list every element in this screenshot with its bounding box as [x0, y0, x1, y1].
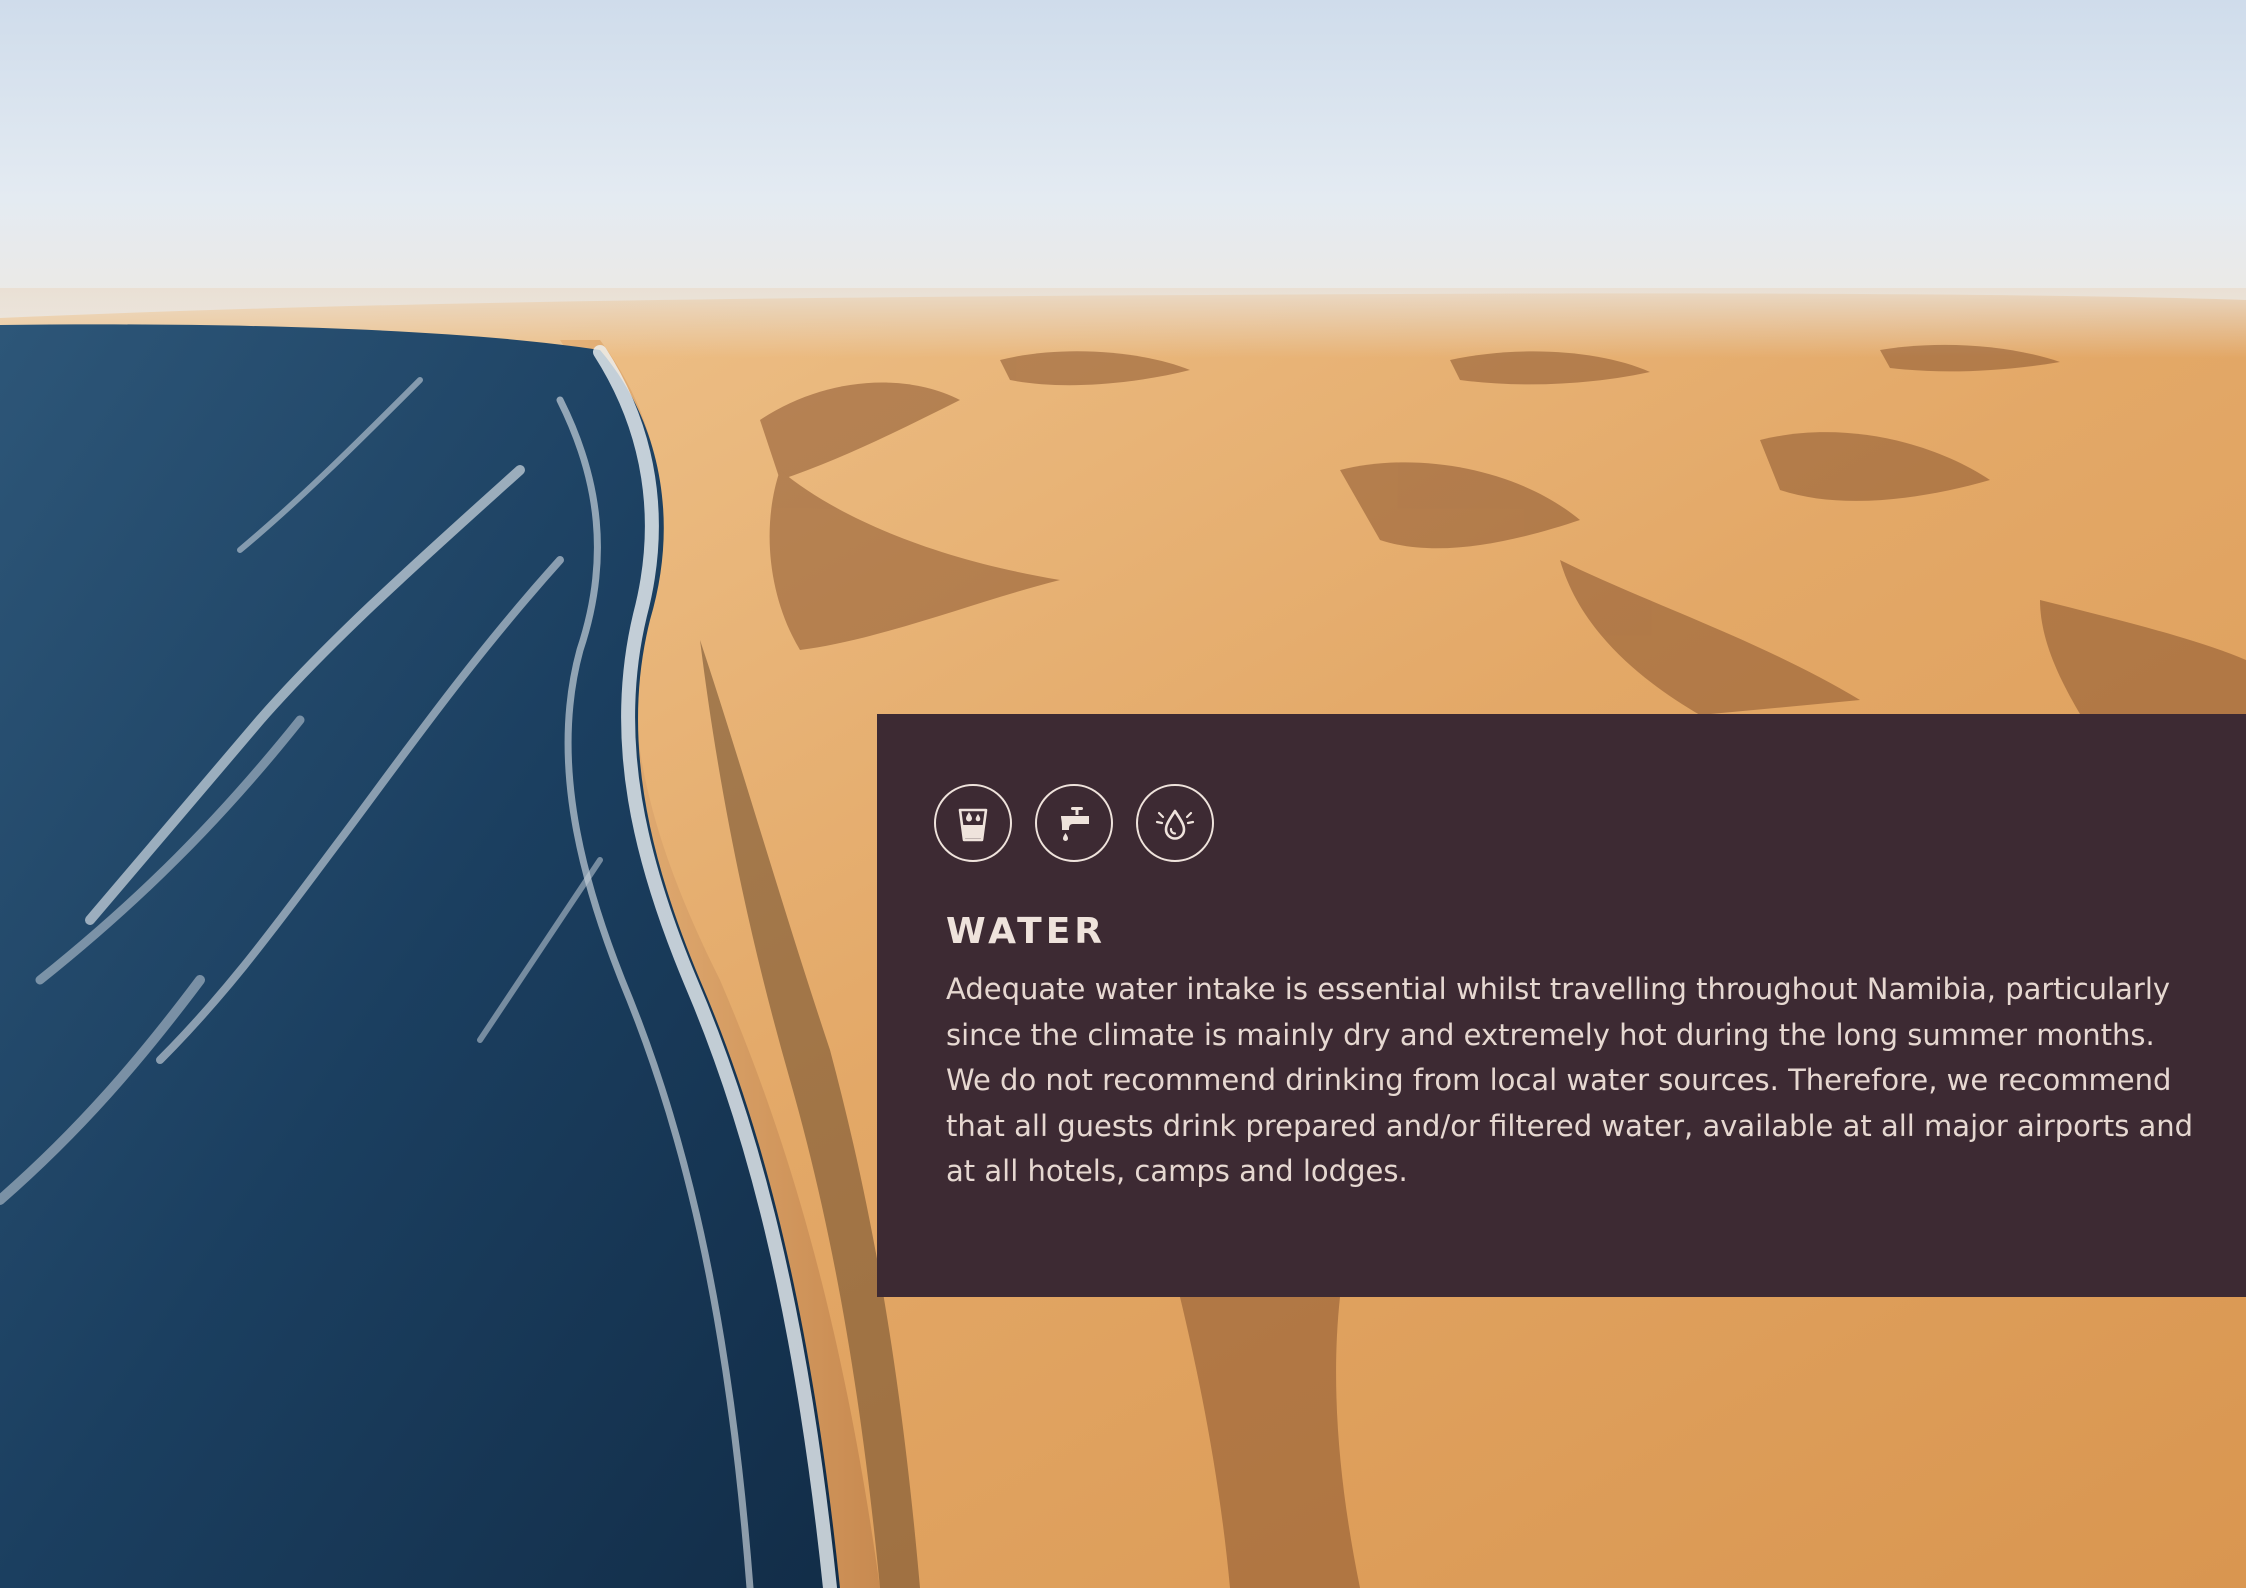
- water-tap-icon: [1035, 784, 1113, 862]
- water-drop-icon: [1136, 784, 1214, 862]
- water-glass-icon: [934, 784, 1012, 862]
- water-info-panel: WATER Adequate water intake is essential…: [877, 714, 2246, 1297]
- brochure-page: WATER Adequate water intake is essential…: [0, 0, 2246, 1588]
- water-icon-row: [934, 784, 1214, 862]
- section-title: WATER: [946, 911, 1107, 952]
- section-body-text: Adequate water intake is essential whils…: [946, 972, 2194, 1188]
